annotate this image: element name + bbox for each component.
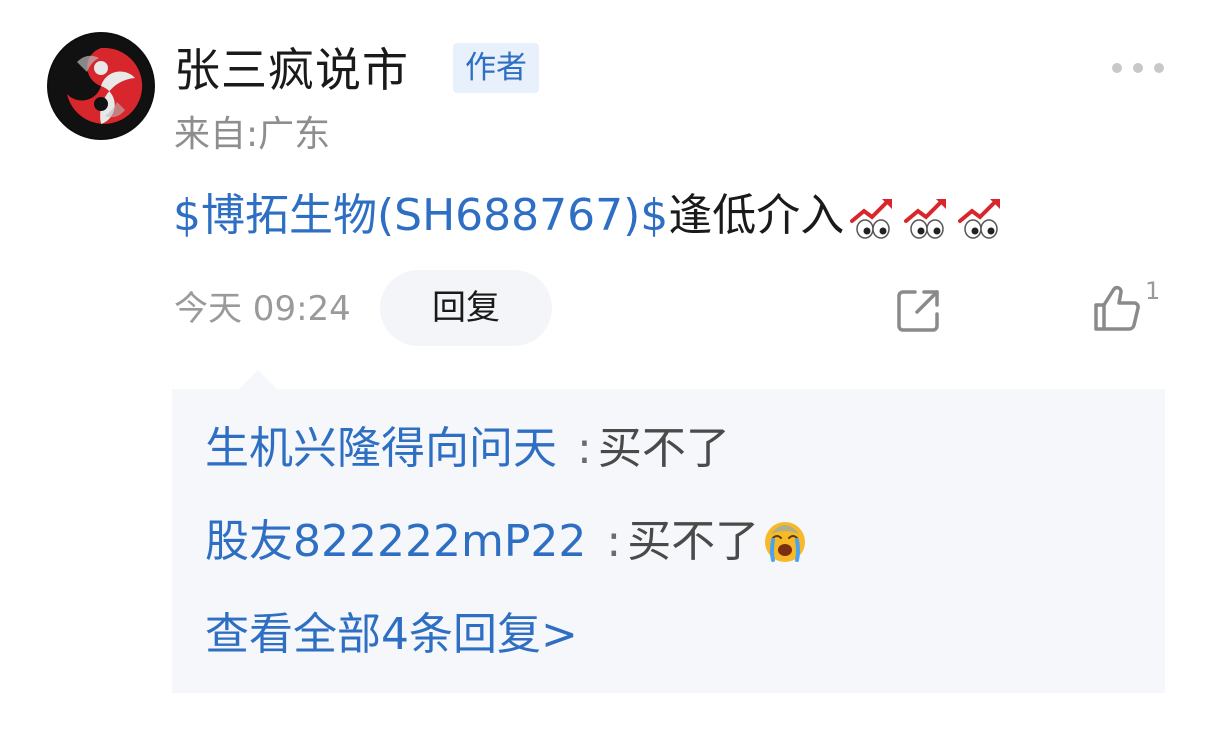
comment-card: 张三疯说市 作者 来自:广东 $博拓生物(SH688767)$ 逢低介入 今天 …: [0, 0, 1212, 735]
reply-button[interactable]: 回复: [380, 270, 552, 346]
share-icon: [897, 290, 939, 332]
author-name[interactable]: 张三疯说市: [174, 40, 409, 100]
post-text: 逢低介入: [668, 190, 845, 241]
avatar-logo-icon: [49, 34, 153, 138]
dot-icon: [1154, 63, 1164, 73]
post-timestamp: 今天 09:24: [174, 289, 351, 329]
dot-icon: [1133, 63, 1143, 73]
stock-link[interactable]: $博拓生物(SH688767)$: [173, 186, 668, 246]
reply-username[interactable]: 股友822222mP22: [205, 512, 586, 572]
avatar[interactable]: [47, 32, 155, 140]
reply-text: 买不了: [627, 516, 760, 567]
crying-face-emoji: [765, 522, 806, 562]
chart-up-eyes-emoji: [850, 199, 893, 239]
author-location: 来自:广东: [174, 114, 331, 155]
reply-text: 买不了: [597, 423, 730, 474]
like-button[interactable]: [1090, 283, 1142, 335]
emoji-group: [848, 191, 1006, 241]
like-count: 1: [1145, 277, 1161, 305]
dot-icon: [1112, 63, 1122, 73]
reply-item[interactable]: 生机兴隆得向问天 : 买不了: [205, 419, 730, 479]
thumbs-up-icon: [1094, 285, 1140, 331]
reply-separator: :: [577, 423, 592, 474]
reply-item[interactable]: 股友822222mP22 : 买不了: [205, 512, 807, 572]
share-button[interactable]: [893, 284, 945, 336]
chart-up-eyes-emoji: [958, 199, 1001, 239]
view-all-replies-link[interactable]: 查看全部4条回复>: [205, 605, 578, 665]
reply-separator: :: [606, 516, 622, 567]
post-content: $博拓生物(SH688767)$ 逢低介入: [173, 186, 1006, 246]
chart-up-eyes-emoji: [904, 199, 947, 239]
reply-username[interactable]: 生机兴隆得向问天: [205, 419, 557, 479]
more-options-button[interactable]: [1112, 58, 1164, 78]
author-badge: 作者: [453, 43, 539, 93]
replies-pointer: [238, 370, 278, 390]
replies-box: 生机兴隆得向问天 : 买不了 股友822222mP22 : 买不了 查看全部4条…: [172, 389, 1165, 693]
